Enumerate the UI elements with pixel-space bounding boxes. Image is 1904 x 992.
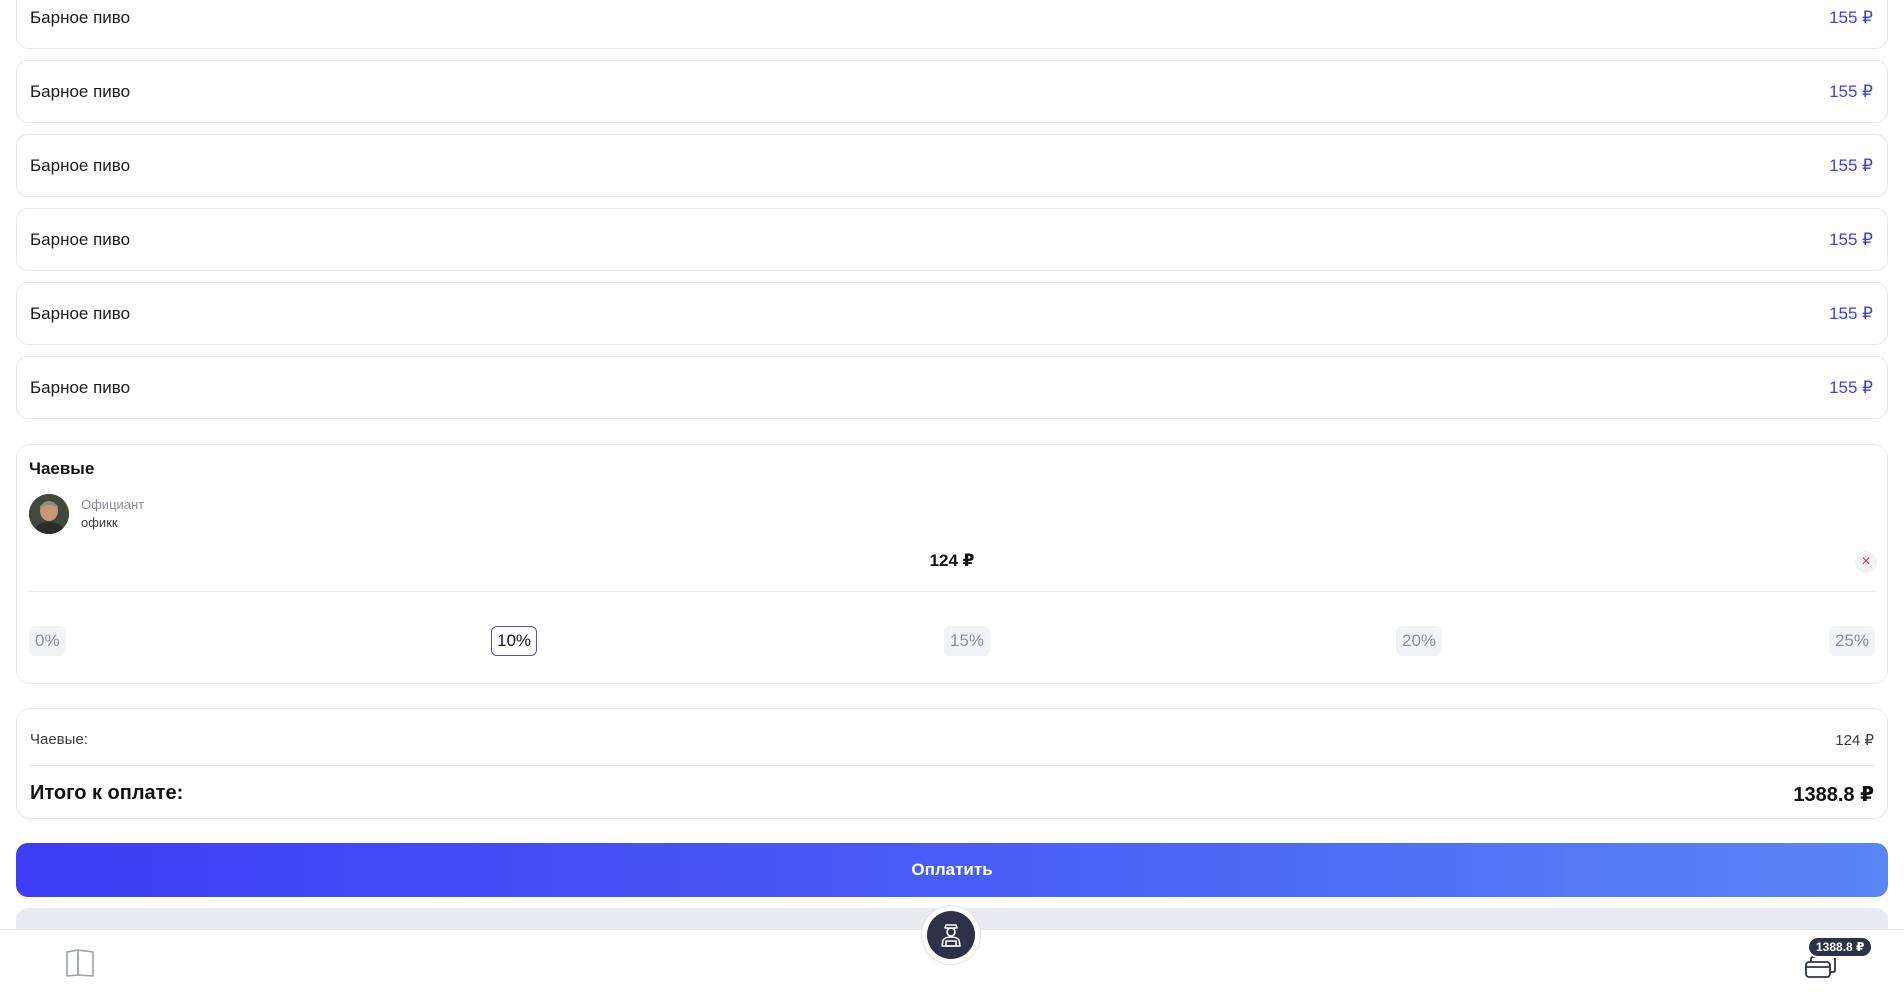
tips-summary-value: 124 ₽ [1835,732,1874,749]
bottom-nav: 1388.8 ₽ [0,906,1904,992]
close-icon[interactable]: × [1855,551,1877,573]
payment-summary: Чаевые: 124 ₽ Итого к оплате: 1388.8 ₽ [16,708,1888,819]
waiter-role: Официант [81,497,145,512]
pay-button[interactable]: Оплатить [16,843,1888,897]
divider [30,765,1874,766]
order-item-name: Барное пиво [30,7,131,27]
tip-percent-options: 0% 10% 15% 20% 25% [29,626,1875,656]
waiter-info: Официант офикк [29,494,144,534]
tips-summary-label: Чаевые: [30,731,88,748]
order-item-name: Барное пиво [30,81,131,101]
tips-card: Чаевые Официант офикк 124 ₽ × 0% 10% 15% [16,444,1888,684]
tip-amount[interactable]: 124 ₽ [17,551,1887,571]
tip-option-25[interactable]: 25% [1828,626,1875,656]
divider [29,591,1875,592]
tip-option-15[interactable]: 15% [944,626,991,656]
order-item-price: 155 ₽ [1829,7,1873,27]
waiter-icon[interactable] [922,906,980,964]
order-item-price: 155 ₽ [1829,229,1873,249]
bill-total-badge: 1388.8 ₽ [1807,936,1874,958]
tip-option-0[interactable]: 0% [29,626,66,656]
order-item-price: 155 ₽ [1829,303,1873,323]
order-item-name: Барное пиво [30,303,131,323]
order-item[interactable]: Барное пиво 155 ₽ [16,282,1888,345]
tip-option-10[interactable]: 10% [491,626,538,656]
order-item-price: 155 ₽ [1829,155,1873,175]
total-value: 1388.8 ₽ [1793,784,1874,806]
order-item[interactable]: Барное пиво 155 ₽ [16,356,1888,419]
order-item[interactable]: Барное пиво 155 ₽ [16,208,1888,271]
book-icon[interactable] [64,948,96,978]
order-item[interactable]: Барное пиво 155 ₽ [16,60,1888,123]
order-item-name: Барное пиво [30,377,131,397]
total-label: Итого к оплате: [30,782,184,804]
checkout-page: Барное пиво 155 ₽ Барное пиво 155 ₽ Барн… [0,0,1904,992]
order-item[interactable]: Барное пиво 155 ₽ [16,0,1888,49]
waiter-avatar [29,494,69,534]
tips-title: Чаевые [29,459,95,478]
order-item-name: Барное пиво [30,229,131,249]
order-item-price: 155 ₽ [1829,377,1873,397]
tip-option-20[interactable]: 20% [1396,626,1443,656]
order-item[interactable]: Барное пиво 155 ₽ [16,134,1888,197]
order-item-name: Барное пиво [30,155,131,175]
waiter-name: офикк [81,515,118,530]
order-item-price: 155 ₽ [1829,81,1873,101]
